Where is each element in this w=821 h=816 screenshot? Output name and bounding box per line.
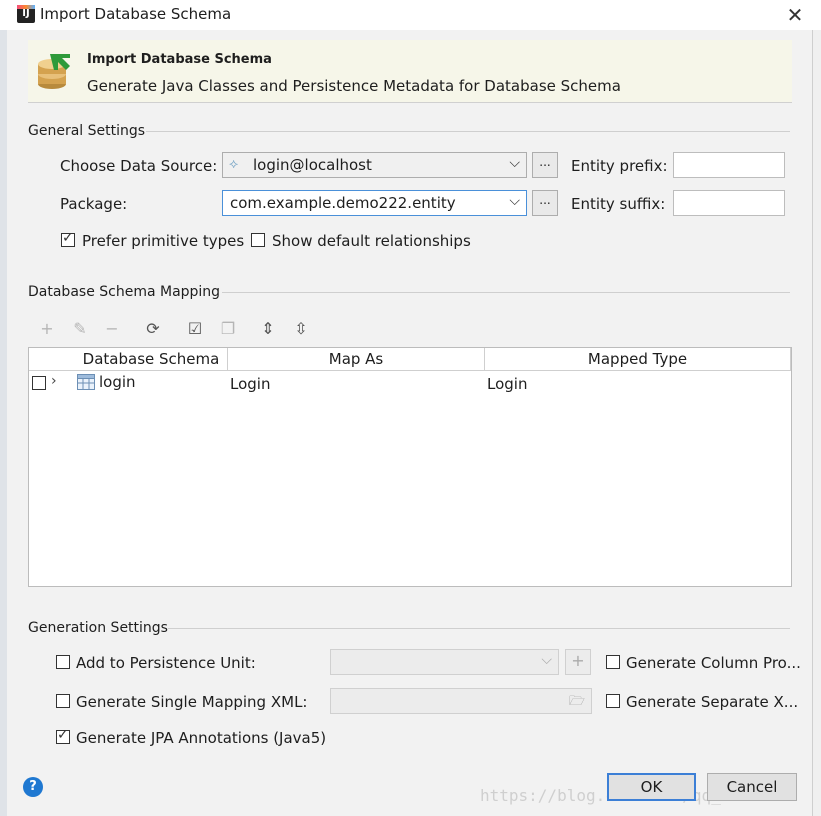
entity-suffix-input[interactable] bbox=[673, 190, 785, 216]
table-icon bbox=[77, 374, 95, 390]
row-checkbox[interactable] bbox=[32, 376, 46, 390]
show-default-relationships-label: Show default relationships bbox=[272, 232, 471, 250]
entity-prefix-label: Entity prefix: bbox=[571, 157, 668, 175]
close-icon[interactable]: ✕ bbox=[784, 3, 806, 27]
entity-suffix-label: Entity suffix: bbox=[571, 195, 666, 213]
single-mapping-xml-checkbox[interactable] bbox=[56, 694, 70, 708]
show-default-relationships-checkbox[interactable] bbox=[251, 233, 265, 247]
banner-title: Import Database Schema bbox=[87, 52, 272, 67]
chevron-down-icon: ⌵ bbox=[541, 652, 552, 668]
database-import-icon bbox=[38, 54, 70, 89]
cancel-button[interactable]: Cancel bbox=[707, 773, 797, 801]
persistence-unit-combo[interactable]: ⌵ bbox=[330, 649, 559, 675]
add-persistence-label: Add to Persistence Unit: bbox=[76, 654, 256, 672]
add-persistence-unit-icon[interactable]: + bbox=[565, 649, 591, 675]
add-icon[interactable]: + bbox=[37, 319, 57, 338]
chevron-down-icon: ⌵ bbox=[509, 155, 520, 171]
data-source-combo[interactable]: ⟡ login@localhost ⌵ bbox=[222, 152, 527, 178]
chevron-down-icon: ⌵ bbox=[509, 193, 520, 209]
single-mapping-xml-label: Generate Single Mapping XML: bbox=[76, 693, 308, 711]
generate-column-properties-label: Generate Column Pro... bbox=[626, 654, 801, 672]
package-value: com.example.demo222.entity bbox=[230, 194, 456, 212]
data-source-browse-button[interactable]: ... bbox=[532, 152, 558, 178]
package-combo[interactable]: com.example.demo222.entity ⌵ bbox=[222, 190, 527, 216]
entity-prefix-input[interactable] bbox=[673, 152, 785, 178]
datasource-icon: ⟡ bbox=[229, 156, 239, 172]
data-source-value: login@localhost bbox=[253, 156, 372, 174]
section-separator bbox=[168, 628, 790, 629]
generate-separate-xml-label: Generate Separate X... bbox=[626, 693, 799, 711]
dialog-right-border bbox=[812, 30, 813, 816]
row-mapped-type[interactable]: Login bbox=[487, 375, 527, 393]
add-persistence-checkbox[interactable] bbox=[56, 655, 70, 669]
mapping-xml-path-field[interactable]: 🗁 bbox=[330, 688, 592, 714]
table-header-mapped-type[interactable]: Mapped Type bbox=[485, 348, 791, 371]
ok-button[interactable]: OK bbox=[607, 773, 696, 801]
general-settings-heading: General Settings bbox=[28, 123, 146, 139]
refresh-icon[interactable]: ⟳ bbox=[143, 319, 163, 338]
window-title: Import Database Schema bbox=[40, 5, 232, 23]
folder-icon[interactable]: 🗁 bbox=[569, 692, 585, 714]
prefer-primitive-label: Prefer primitive types bbox=[82, 232, 245, 250]
generation-settings-heading: Generation Settings bbox=[28, 620, 168, 636]
row-map-as[interactable]: Login bbox=[230, 375, 270, 393]
row-schema: login bbox=[99, 373, 136, 391]
package-browse-button[interactable]: ... bbox=[532, 190, 558, 216]
generate-column-properties-checkbox[interactable] bbox=[606, 655, 620, 669]
section-separator bbox=[222, 292, 790, 293]
prefer-primitive-checkbox[interactable] bbox=[61, 230, 75, 247]
uncheck-all-icon[interactable]: ❐ bbox=[218, 319, 238, 338]
section-separator bbox=[146, 131, 790, 132]
intellij-icon: IJ bbox=[17, 5, 35, 23]
banner-subtitle: Generate Java Classes and Persistence Me… bbox=[87, 77, 621, 95]
package-label: Package: bbox=[60, 195, 128, 213]
schema-mapping-heading: Database Schema Mapping bbox=[28, 284, 221, 300]
data-source-label: Choose Data Source: bbox=[60, 157, 218, 175]
schema-mapping-table: Database Schema Map As Mapped Type › log… bbox=[28, 347, 792, 587]
table-row[interactable]: › login Login Login bbox=[29, 371, 791, 395]
table-header-schema[interactable]: Database Schema bbox=[75, 348, 228, 371]
collapse-all-icon[interactable]: ⇳ bbox=[291, 319, 311, 338]
table-header-map-as[interactable]: Map As bbox=[228, 348, 485, 371]
expand-all-icon[interactable]: ⇕ bbox=[258, 319, 278, 338]
edit-icon[interactable]: ✎ bbox=[70, 319, 90, 338]
check-all-icon[interactable]: ☑ bbox=[185, 319, 205, 338]
background-window-edge bbox=[0, 30, 7, 816]
chevron-right-icon[interactable]: › bbox=[51, 373, 57, 389]
remove-icon[interactable]: − bbox=[102, 319, 122, 338]
jpa-annotations-checkbox[interactable] bbox=[56, 727, 70, 744]
help-icon[interactable]: ? bbox=[23, 777, 43, 797]
generate-separate-xml-checkbox[interactable] bbox=[606, 694, 620, 708]
table-header-select bbox=[29, 348, 76, 371]
jpa-annotations-label: Generate JPA Annotations (Java5) bbox=[76, 729, 327, 747]
